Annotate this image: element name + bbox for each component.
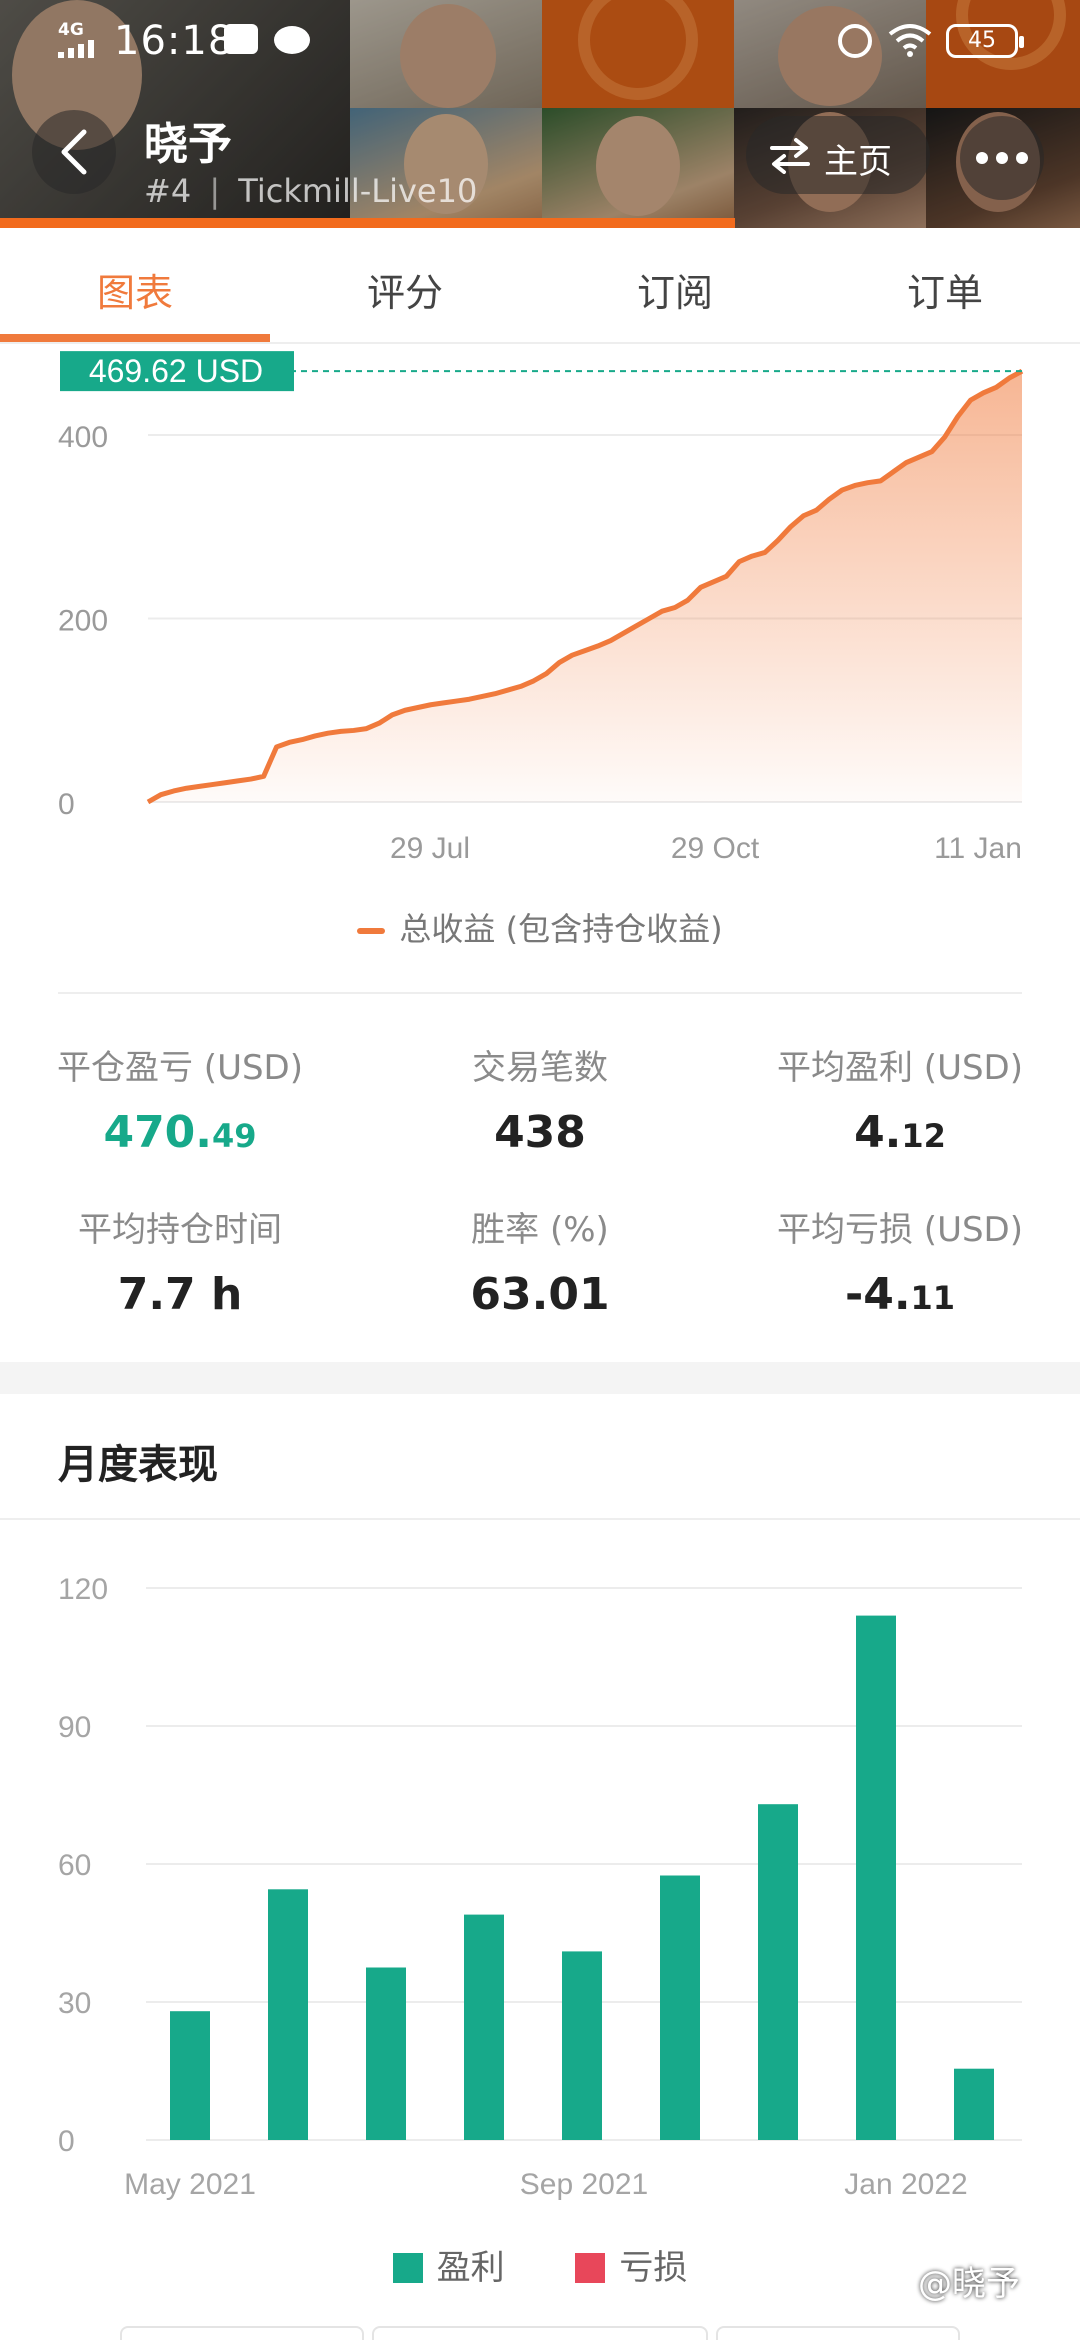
message-icon <box>274 26 310 54</box>
battery-icon: 45 <box>946 24 1024 58</box>
legend-loss[interactable]: 亏损 <box>575 2240 687 2289</box>
legend-loss-label: 亏损 <box>619 2248 688 2288</box>
profit-bar <box>954 2068 994 2140</box>
profit-bar <box>170 2011 210 2140</box>
tab-rating[interactable]: 评分 <box>270 262 540 317</box>
x-tick-label: 29 Jul <box>390 832 470 865</box>
stat-label: 交易笔数 <box>472 1048 608 1088</box>
equity-legend: 总收益 (包含持仓收益) <box>0 904 1080 950</box>
y-tick-label: 0 <box>58 2125 75 2158</box>
trader-rank: #4 <box>144 172 192 210</box>
tab-subscribe[interactable]: 订阅 <box>540 262 810 317</box>
y-tick-label: 200 <box>58 605 108 638</box>
profit-bar <box>464 1914 504 2140</box>
tab-chart[interactable]: 图表 <box>0 262 270 317</box>
y-tick-label: 0 <box>58 788 75 821</box>
watermark: @晓予 <box>918 2264 1020 2304</box>
legend-loss-swatch <box>575 2253 606 2283</box>
stat-label: 平均亏损 (USD) <box>777 1210 1023 1250</box>
header-accent-bar <box>0 218 735 228</box>
profit-bar <box>758 1804 798 2140</box>
monthly-bar-chart: 0 30 60 90 120 May 2021 Sep 2021 Jan 2022 <box>58 1573 1022 2201</box>
card-edge <box>372 2326 708 2340</box>
x-tick-label: Sep 2021 <box>520 2168 648 2201</box>
back-button[interactable] <box>32 110 116 194</box>
chevron-left-icon <box>61 129 87 175</box>
equity-chart: 0 200 400 469.62 USD 29 Jul 29 Oct 11 Jan <box>58 351 1024 865</box>
home-button-label: 主页 <box>824 142 892 182</box>
legend-label: 总收益 (包含持仓收益) <box>399 910 723 948</box>
notification-app-icon <box>224 24 258 54</box>
stat-label: 平仓盈亏 (USD) <box>57 1048 303 1088</box>
tab-orders[interactable]: 订单 <box>810 262 1080 317</box>
profit-bar <box>856 1615 896 2140</box>
stat-avg-profit: 平均盈利 (USD) 4.12 <box>720 1040 1080 1158</box>
stat-value: 438 <box>494 1107 586 1158</box>
stat-avg-loss: 平均亏损 (USD) -4.11 <box>720 1202 1080 1320</box>
stat-label: 胜率 (%) <box>471 1210 609 1250</box>
profit-bar <box>660 1875 700 2140</box>
legend-line-swatch <box>357 928 386 934</box>
stat-value: 7.7 h <box>117 1269 243 1320</box>
legend-profit-label: 盈利 <box>436 2248 505 2288</box>
profit-bar <box>562 1951 602 2140</box>
x-tick-label: May 2021 <box>124 2168 256 2201</box>
section-gap <box>0 1362 1080 1394</box>
y-tick-label: 90 <box>58 1711 91 1744</box>
stat-value: 4.12 <box>854 1107 946 1158</box>
alarm-icon <box>838 24 872 58</box>
stat-value: -4.11 <box>844 1269 956 1320</box>
tab-bar: 图表 评分 订阅 订单 <box>0 228 1080 344</box>
active-tab-indicator <box>0 334 270 342</box>
wifi-icon <box>888 22 932 58</box>
x-tick-label: 29 Oct <box>671 832 760 865</box>
divider <box>0 1518 1080 1520</box>
stat-win-rate: 胜率 (%) 63.01 <box>360 1202 720 1320</box>
stat-closed-pnl: 平仓盈亏 (USD) 470.49 <box>0 1040 360 1158</box>
x-tick-label: Jan 2022 <box>844 2168 967 2201</box>
card-edge <box>120 2326 364 2340</box>
stat-avg-holding-time: 平均持仓时间 7.7 h <box>0 1202 360 1320</box>
x-tick-label: 11 Jan <box>934 832 1022 865</box>
status-time: 16:18 <box>114 18 235 64</box>
stat-label: 平均盈利 (USD) <box>777 1048 1023 1088</box>
home-button[interactable]: 主页 <box>746 116 930 194</box>
status-bar: 4G 16:18 45 <box>0 0 1080 80</box>
y-tick-label: 30 <box>58 1987 91 2020</box>
legend-profit[interactable]: 盈利 <box>392 2240 505 2289</box>
y-tick-label: 60 <box>58 1849 91 1882</box>
network-type: 4G <box>58 20 84 40</box>
trader-account: #4 | Tickmill-Live10 <box>144 172 478 210</box>
current-value-label: 469.62 USD <box>89 353 263 389</box>
trader-name: 晓予 <box>144 119 232 170</box>
bottom-cards <box>0 2326 1080 2340</box>
stat-value: 63.01 <box>470 1269 610 1320</box>
legend-profit-swatch <box>392 2253 423 2283</box>
stat-trade-count: 交易笔数 438 <box>360 1040 720 1158</box>
more-dot <box>976 152 988 164</box>
divider <box>58 992 1022 994</box>
signal-icon <box>58 38 104 58</box>
more-dot <box>1016 152 1028 164</box>
profile-header: 4G 16:18 45 晓予 #4 | Tickmill-Live10 主页 <box>0 0 1080 228</box>
stat-label: 平均持仓时间 <box>78 1210 282 1250</box>
more-dot <box>996 152 1008 164</box>
stat-value: 470.49 <box>103 1107 257 1158</box>
account-name: Tickmill-Live10 <box>238 172 478 210</box>
swap-icon <box>768 136 812 183</box>
profit-bar <box>366 1967 406 2140</box>
profit-bar <box>268 1889 308 2140</box>
y-tick-label: 120 <box>58 1573 108 1606</box>
monthly-title: 月度表现 <box>58 1442 218 1488</box>
more-button[interactable] <box>960 116 1044 200</box>
card-edge <box>716 2326 960 2340</box>
y-tick-label: 400 <box>58 421 108 454</box>
